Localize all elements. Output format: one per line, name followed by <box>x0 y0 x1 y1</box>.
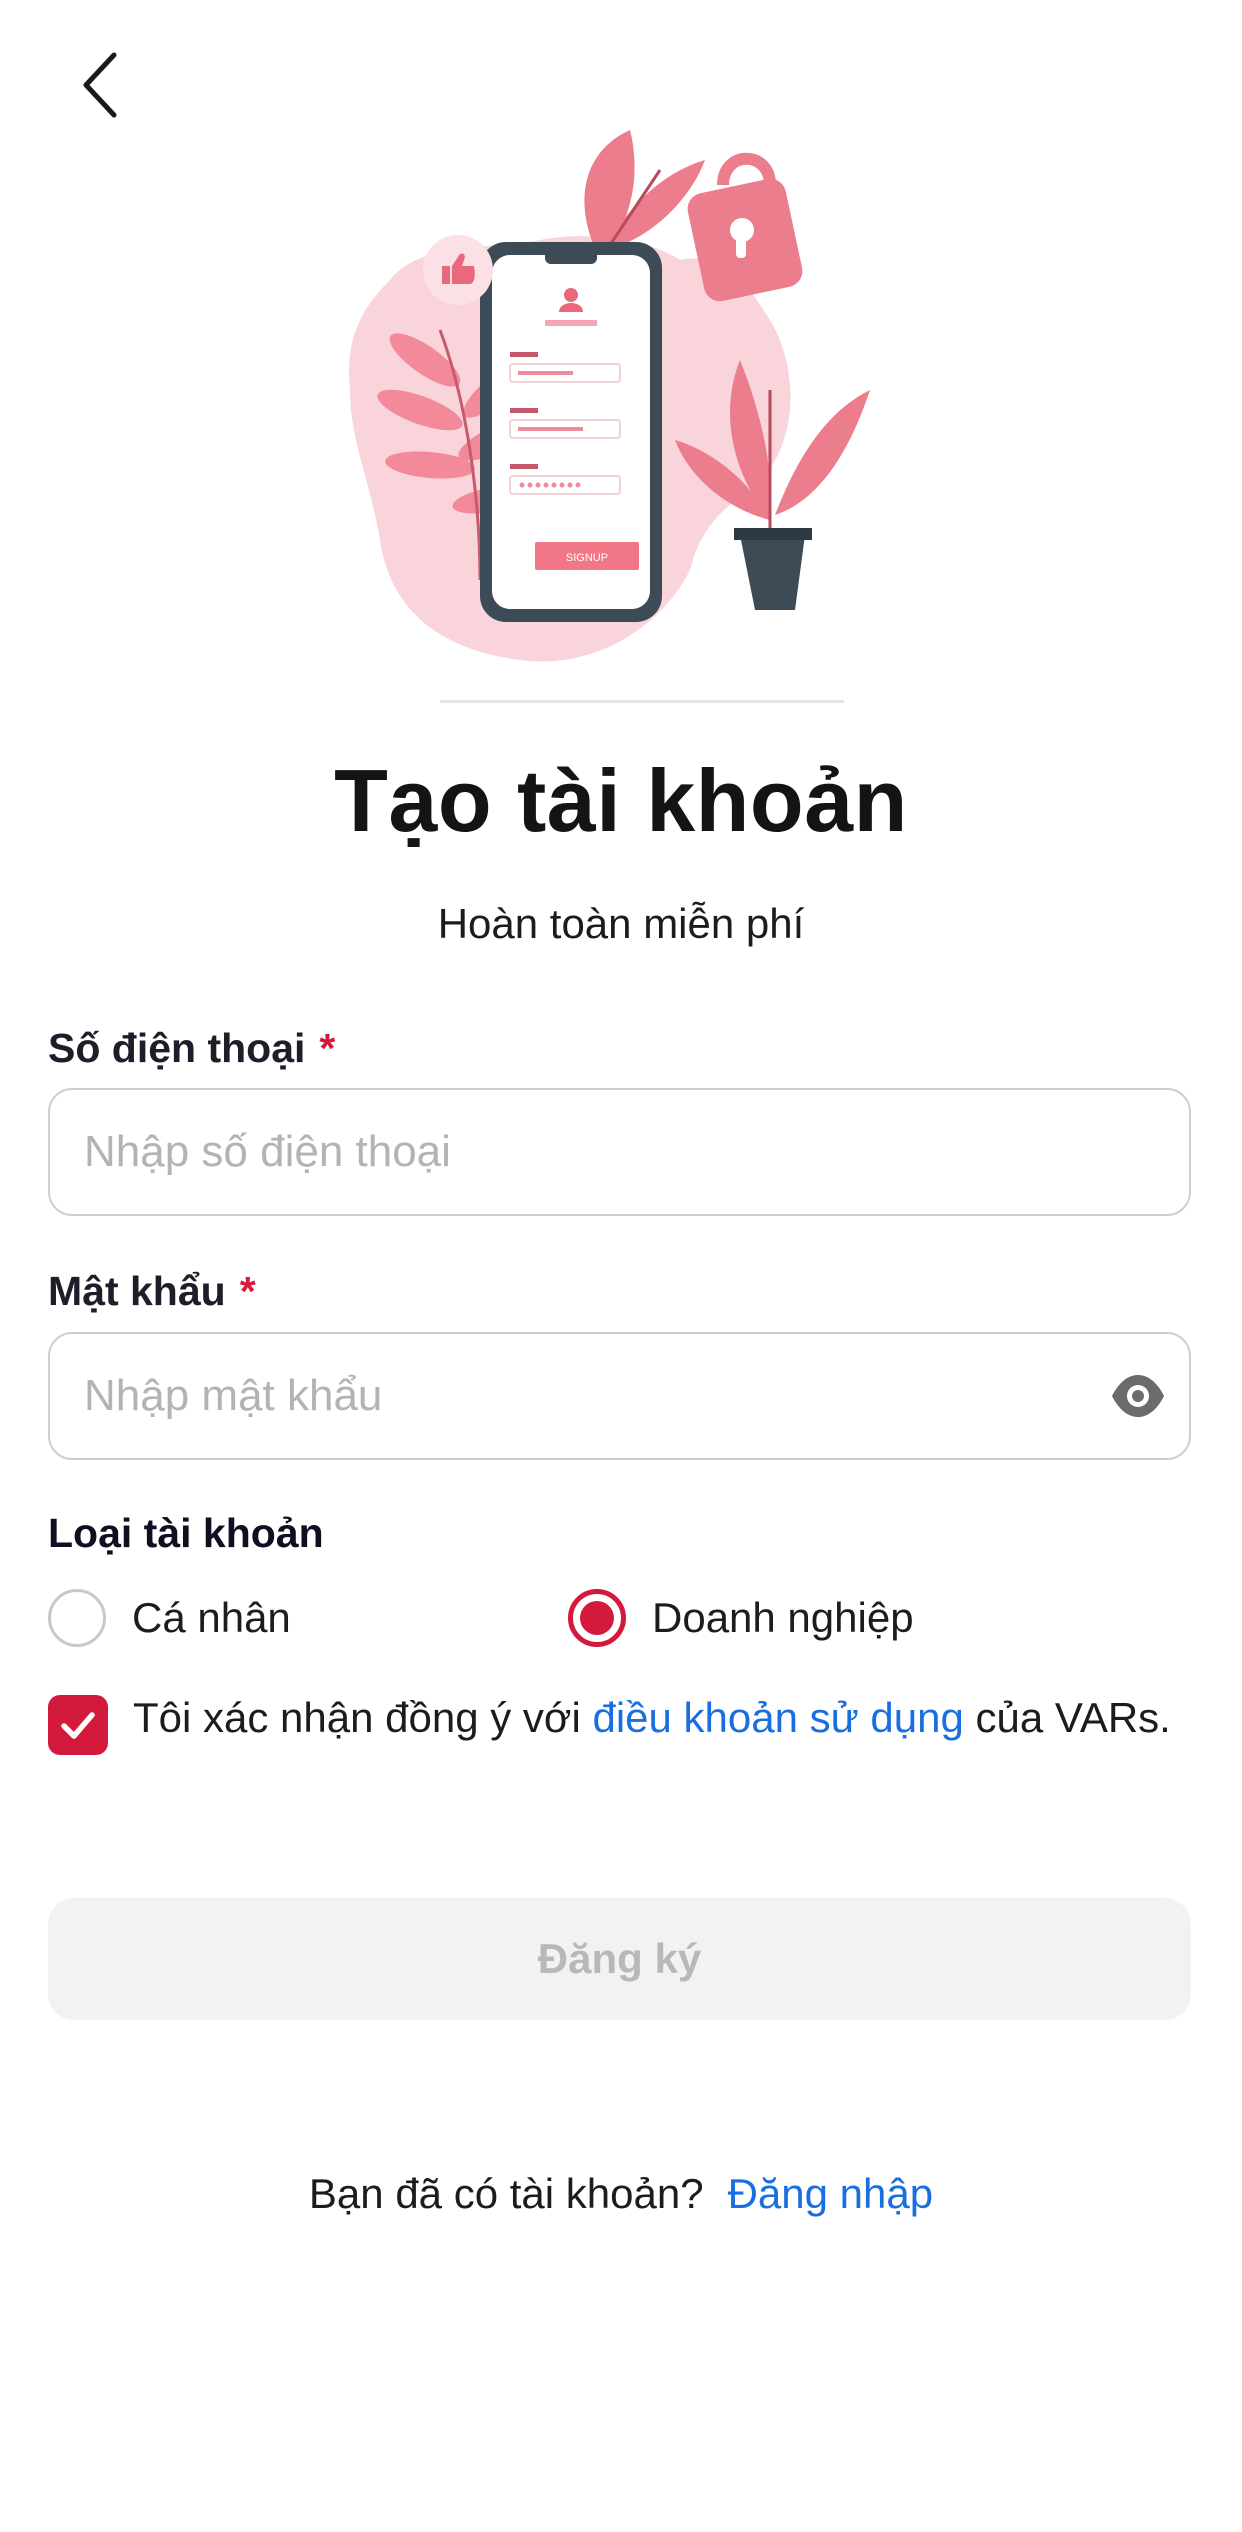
radio-business[interactable]: Doanh nghiệp <box>568 1585 914 1651</box>
signup-illustration: SIGNUP <box>330 90 910 710</box>
page-subtitle: Hoàn toàn miễn phí <box>437 900 805 947</box>
terms-link[interactable]: điều khoản sử dụng <box>592 1694 963 1741</box>
account-type-label: Loại tài khoản <box>48 1510 324 1556</box>
terms-suffix: của VARs. <box>963 1694 1171 1741</box>
svg-text:SIGNUP: SIGNUP <box>566 552 608 564</box>
password-label-text: Mật khẩu <box>48 1268 226 1314</box>
radio-personal-label: Cá nhân <box>132 1594 291 1641</box>
back-button[interactable] <box>70 45 130 125</box>
hero-divider <box>440 700 844 703</box>
password-label: Mật khẩu * <box>48 1268 256 1315</box>
login-prompt-text: Bạn đã có tài khoản? <box>308 2170 704 2217</box>
password-field[interactable] <box>48 1332 1191 1460</box>
login-prompt: Bạn đã có tài khoản? Đăng nhập <box>0 2170 1242 2218</box>
terms-prefix: Tôi xác nhận đồng ý với <box>133 1694 593 1741</box>
register-button[interactable]: Đăng ký <box>48 1898 1191 2020</box>
eye-icon <box>1112 1375 1164 1417</box>
required-mark: * <box>319 1025 336 1071</box>
phone-field[interactable] <box>48 1088 1191 1216</box>
check-icon <box>61 1712 95 1739</box>
required-mark: * <box>239 1268 256 1314</box>
page-title: Tạo tài khoản <box>334 751 908 850</box>
phone-label: Số điện thoại * <box>48 1025 335 1072</box>
phone-label-text: Số điện thoại <box>48 1025 306 1071</box>
terms-checkbox[interactable] <box>48 1695 108 1755</box>
radio-personal[interactable]: Cá nhân <box>48 1585 291 1651</box>
chevron-left-icon <box>83 52 117 118</box>
terms-text: Tôi xác nhận đồng ý với điều khoản sử dụ… <box>133 1692 1193 1744</box>
radio-business-label: Doanh nghiệp <box>652 1594 914 1641</box>
radio-circle[interactable] <box>48 1589 106 1647</box>
radio-circle-selected[interactable] <box>568 1589 626 1647</box>
login-link[interactable]: Đăng nhập <box>728 2170 934 2217</box>
password-input[interactable] <box>50 1334 1189 1458</box>
phone-input[interactable] <box>50 1090 1189 1214</box>
toggle-password-visibility[interactable] <box>1110 1372 1166 1420</box>
